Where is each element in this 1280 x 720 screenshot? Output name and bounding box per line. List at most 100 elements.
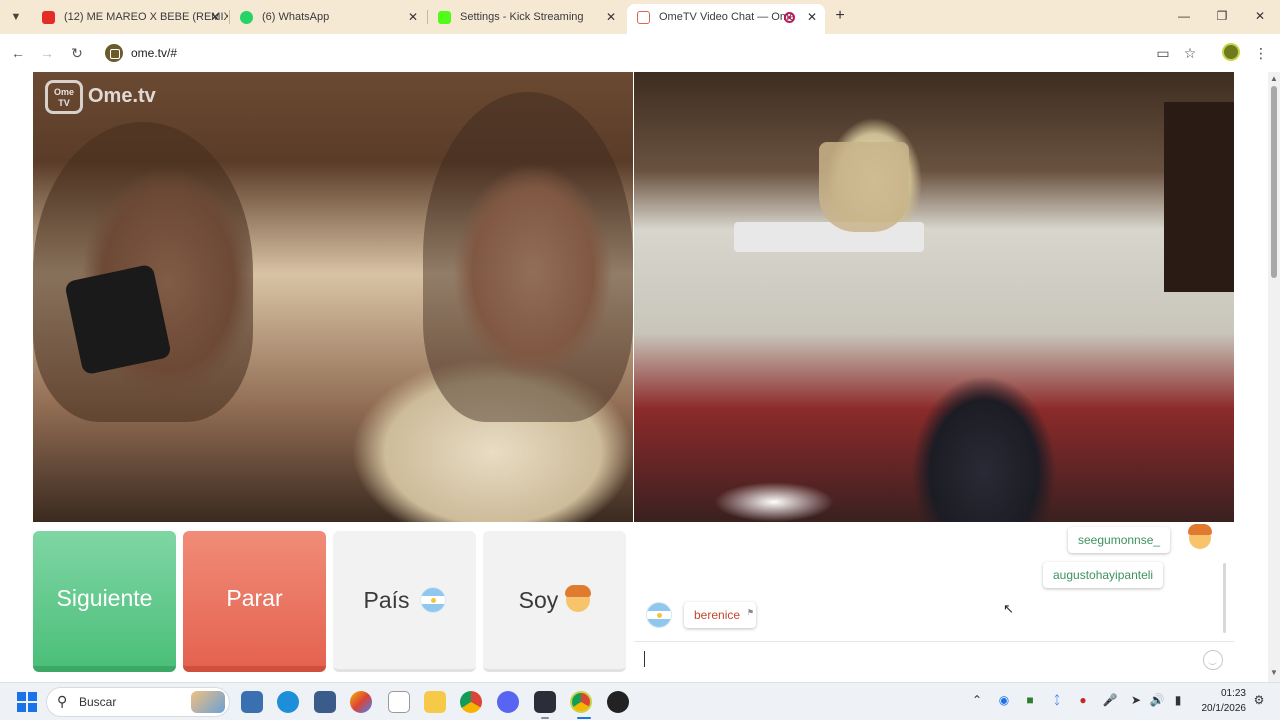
video-air-conditioner: [734, 222, 924, 252]
video-light-glare: [714, 482, 834, 522]
country-button-label: País: [363, 586, 410, 613]
clock-date: 20/1/2026: [1201, 703, 1247, 714]
gender-button-label: Soy: [518, 586, 559, 613]
emoji-icon[interactable]: [1203, 650, 1223, 670]
url-text[interactable]: ome.tv/#: [131, 39, 177, 67]
bookmark-star-icon[interactable]: ☆: [1180, 43, 1200, 63]
install-app-icon[interactable]: ▭: [1153, 43, 1173, 63]
battery-icon[interactable]: ▮: [1170, 693, 1186, 707]
next-button[interactable]: Siguiente: [33, 531, 176, 672]
minimize-icon[interactable]: —: [1174, 6, 1194, 26]
tray-app-icon[interactable]: ◉: [996, 693, 1012, 707]
address-toolbar: ← → ↻ ome.tv/# ▭ ☆ ⋮: [0, 34, 1280, 72]
country-button[interactable]: País: [333, 531, 476, 672]
mouse-cursor-icon: ↖: [1003, 601, 1014, 616]
tray-chevron-icon[interactable]: ⌃: [969, 693, 985, 707]
obs-icon[interactable]: [607, 691, 629, 713]
tray-record-icon[interactable]: ●: [1075, 693, 1091, 707]
search-highlight-icon: [191, 691, 225, 713]
remote-video: Ome TV Ome.tv: [33, 72, 633, 522]
discord-icon[interactable]: [497, 691, 519, 713]
chat-message-text: augustohayipanteli: [1053, 568, 1154, 582]
running-indicator: [541, 717, 549, 719]
close-icon[interactable]: ✕: [408, 4, 418, 30]
local-video: [634, 72, 1234, 522]
recording-icon: [784, 12, 795, 23]
video-lamp: [819, 142, 909, 232]
text-caret: [644, 651, 645, 667]
active-indicator: [577, 717, 591, 719]
clock-time: 01:23: [1220, 688, 1246, 699]
app-icon[interactable]: [534, 691, 556, 713]
tab-ometv[interactable]: OmeTV Video Chat — Ome ✕: [627, 4, 825, 34]
chat-panel: seegumonnse_ augustohayipanteli berenice…: [634, 523, 1234, 673]
close-icon[interactable]: ✕: [807, 4, 817, 30]
gender-button[interactable]: Soy: [483, 531, 626, 672]
tab-kick[interactable]: Settings - Kick Streaming ✕: [428, 4, 624, 30]
chrome-profile-icon[interactable]: [570, 691, 592, 713]
chat-message: augustohayipanteli: [1043, 562, 1164, 588]
whatsapp-icon: [240, 11, 253, 24]
scroll-up-icon[interactable]: ▲: [1270, 74, 1278, 83]
chat-scrollbar[interactable]: [1223, 563, 1226, 633]
photos-app-icon[interactable]: [241, 691, 263, 713]
boy-emoji-icon: [565, 585, 592, 612]
chrome-icon[interactable]: [460, 691, 482, 713]
logo-badge: Ome TV: [45, 80, 83, 114]
tab-search-button[interactable]: ▼: [6, 8, 26, 26]
maximize-icon[interactable]: ❐: [1212, 6, 1232, 26]
forward-icon[interactable]: →: [37, 43, 57, 63]
search-placeholder: Buscar: [79, 695, 117, 709]
chat-message-text: berenice: [694, 608, 741, 622]
argentina-flag-icon: [646, 602, 672, 628]
stop-button[interactable]: Parar: [183, 531, 326, 672]
scroll-thumb[interactable]: [1271, 86, 1277, 278]
window-close-icon[interactable]: ✕: [1250, 6, 1270, 26]
file-explorer-icon[interactable]: [424, 691, 446, 713]
address-bar[interactable]: ome.tv/#: [100, 39, 1150, 67]
taskbar-search[interactable]: ⚲ Buscar: [46, 687, 230, 717]
video-poster: [1164, 102, 1234, 292]
nvidia-icon[interactable]: ■: [1022, 693, 1038, 707]
report-flag-icon[interactable]: ⚑: [747, 600, 754, 626]
profile-avatar[interactable]: [1222, 43, 1240, 61]
site-info-icon[interactable]: [105, 44, 123, 62]
chat-message-text: seegumonnse_: [1078, 533, 1161, 547]
share-icon[interactable]: ➤: [1128, 693, 1144, 707]
bluetooth-icon[interactable]: ᛨ: [1049, 693, 1065, 707]
reload-icon[interactable]: ↻: [67, 43, 87, 63]
windows-taskbar: ⚲ Buscar ⌃ ◉ ■ ᛨ ● 🎤 ➤ 🔊 ▮ 01:23 20/1/20…: [0, 682, 1280, 720]
close-icon[interactable]: ✕: [606, 4, 616, 30]
chat-message: seegumonnse_: [1068, 527, 1171, 553]
stop-button-label: Parar: [226, 585, 283, 611]
notifications-icon[interactable]: ⚙: [1251, 693, 1267, 707]
chat-message: berenice ⚑: [684, 600, 757, 628]
calculator-icon[interactable]: [314, 691, 336, 713]
volume-icon[interactable]: 🔊: [1149, 693, 1165, 707]
youtube-icon: [42, 11, 55, 24]
boy-avatar-icon: [1188, 524, 1212, 549]
next-button-label: Siguiente: [56, 585, 153, 611]
tab-strip: ▼ (12) ME MAREO X BEBE (REMIX ✕ (6) What…: [0, 0, 1280, 34]
chat-input[interactable]: [634, 641, 1234, 673]
scroll-down-icon[interactable]: ▼: [1270, 668, 1278, 677]
search-icon: ⚲: [57, 693, 68, 709]
microphone-icon[interactable]: 🎤: [1102, 693, 1118, 707]
system-clock[interactable]: 01:23 20/1/2026: [1196, 686, 1247, 716]
kick-icon: [438, 11, 451, 24]
tab-title: Settings - Kick Streaming: [460, 11, 584, 23]
edge-icon[interactable]: [277, 691, 299, 713]
tab-youtube[interactable]: (12) ME MAREO X BEBE (REMIX ✕: [32, 4, 228, 30]
tab-whatsapp[interactable]: (6) WhatsApp ✕: [230, 4, 426, 30]
back-icon[interactable]: ←: [8, 43, 28, 63]
windows-start-icon[interactable]: [17, 692, 37, 712]
new-tab-button[interactable]: +: [831, 7, 849, 25]
page-scrollbar[interactable]: ▲ ▼: [1268, 72, 1280, 682]
menu-kebab-icon[interactable]: ⋮: [1251, 43, 1271, 63]
logo-text: Ome.tv: [88, 85, 156, 107]
argentina-flag-icon: [419, 587, 446, 613]
ometv-icon: [637, 11, 650, 24]
copilot-icon[interactable]: [350, 691, 372, 713]
notepad-icon[interactable]: [388, 691, 410, 713]
close-icon[interactable]: ✕: [210, 4, 220, 30]
